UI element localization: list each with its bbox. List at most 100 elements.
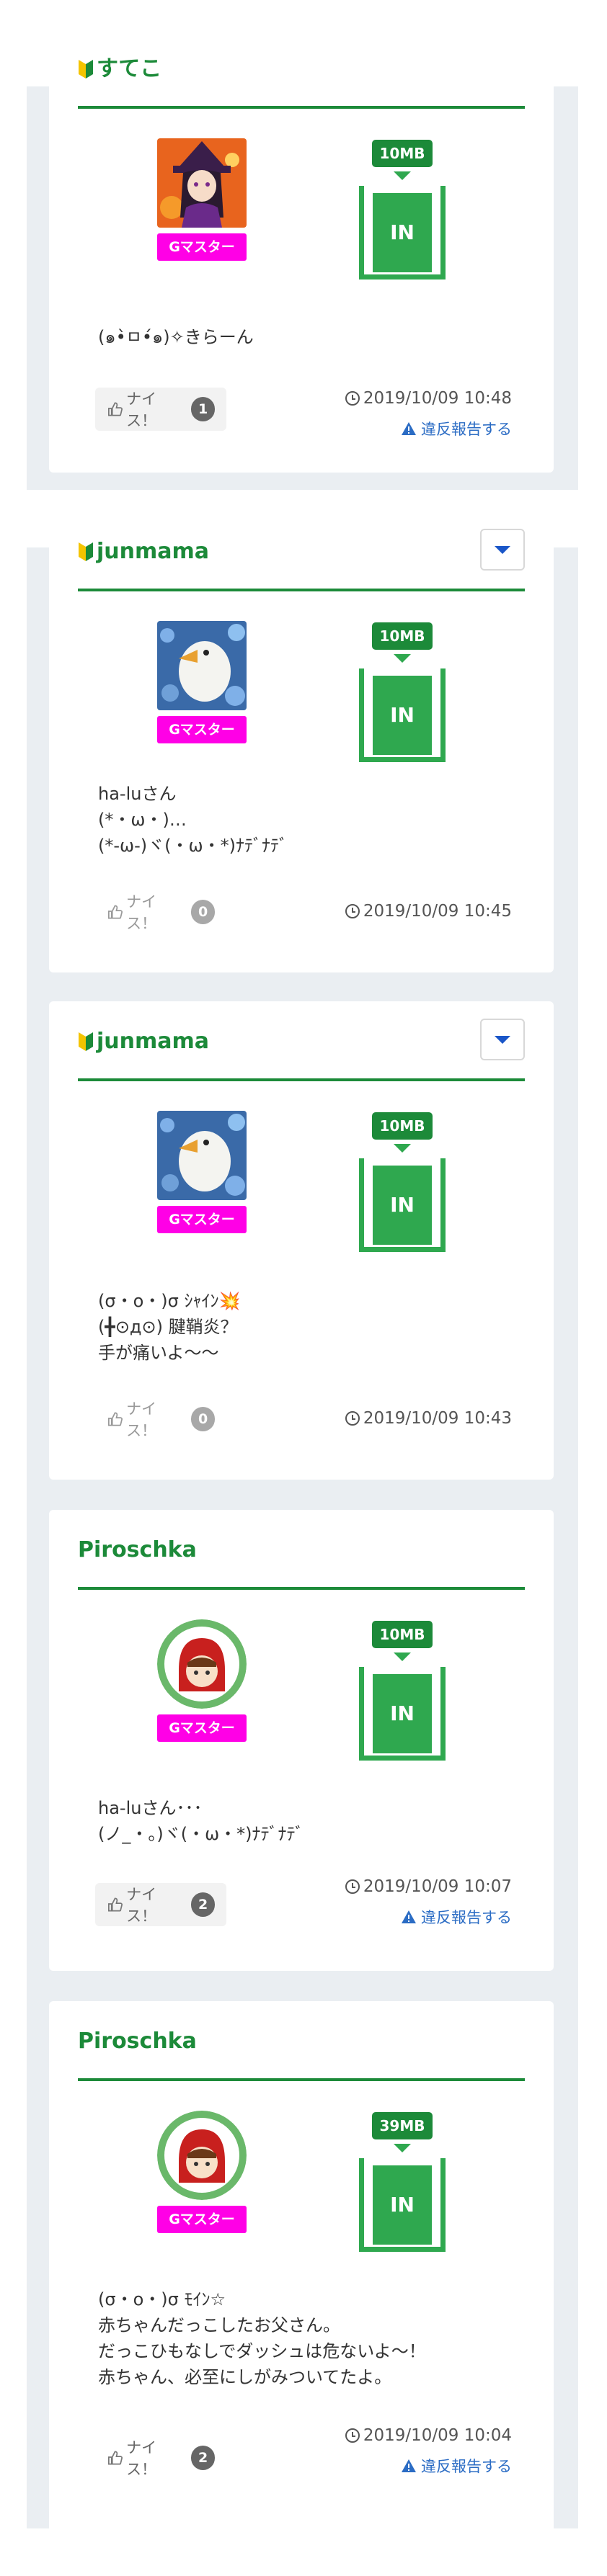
in-label: IN — [373, 676, 432, 755]
in-button[interactable]: IN — [359, 668, 446, 762]
timestamp-text: 2019/10/09 10:45 — [363, 902, 512, 921]
in-button[interactable]: IN — [359, 1158, 446, 1252]
in-label: IN — [373, 1674, 432, 1753]
post-menu-button[interactable] — [480, 529, 525, 571]
timestamp-text: 2019/10/09 10:43 — [363, 1409, 512, 1428]
report-label: 違反報告する — [421, 2458, 512, 2475]
post-timestamp: 2019/10/09 10:04 — [345, 2426, 512, 2445]
beginner-mark-icon — [79, 542, 93, 561]
chevron-down-icon — [495, 1036, 510, 1044]
in-label: IN — [373, 193, 432, 272]
user-name: すてこ — [97, 56, 162, 81]
avatar — [157, 138, 247, 228]
nice-button[interactable]: ナイス！ 0 — [95, 890, 226, 934]
g-master-badge: Gマスター — [157, 1714, 247, 1742]
warning-icon — [402, 422, 416, 435]
beginner-mark-icon — [79, 1032, 93, 1051]
post-header: junmama — [78, 511, 525, 591]
photo-size-badge: 10MB — [372, 140, 433, 167]
in-label: IN — [373, 1166, 432, 1245]
in-button[interactable]: IN — [359, 186, 446, 279]
size-arrow — [394, 1653, 411, 1661]
user-name: junmama — [97, 539, 210, 564]
nice-button[interactable]: ナイス！ 2 — [95, 2436, 226, 2479]
timestamp-text: 2019/10/09 10:07 — [363, 1877, 512, 1896]
g-master-badge: Gマスター — [157, 1206, 247, 1233]
report-label: 違反報告する — [421, 421, 512, 438]
user-avatar[interactable]: Gマスター — [157, 2111, 247, 2233]
post-header: Piroschka — [78, 1510, 525, 1590]
user-name: Piroschka — [78, 2029, 197, 2054]
g-master-badge: Gマスター — [157, 716, 247, 743]
user-name-link[interactable]: junmama — [78, 1027, 209, 1056]
post-header: junmama — [78, 1001, 525, 1081]
report-link[interactable]: 違反報告する — [401, 418, 512, 439]
thumbs-up-icon — [108, 1412, 123, 1426]
photo-size-badge: 10MB — [372, 1621, 433, 1648]
user-avatar[interactable]: Gマスター — [157, 621, 247, 743]
nice-count: 0 — [191, 900, 215, 924]
avatar — [157, 2111, 247, 2200]
user-name-link[interactable]: Piroschka — [78, 1536, 197, 1565]
user-name-link[interactable]: junmama — [78, 537, 209, 566]
post-menu-button[interactable] — [480, 1019, 525, 1060]
in-button[interactable]: IN — [359, 2158, 446, 2252]
user-name: junmama — [97, 1029, 210, 1054]
post-card: junmama Gマスター 10MB IN ha-luさん (*・ω・)… (*… — [49, 511, 554, 972]
thumbs-up-icon — [108, 905, 123, 919]
nice-button[interactable]: ナイス！ 2 — [95, 1883, 226, 1926]
photo-size-badge: 39MB — [372, 2112, 433, 2139]
post-card: Piroschka Gマスター 10MB IN ha-luさん･･･ (ノ_・。… — [49, 1510, 554, 1971]
user-name-link[interactable]: すてこ — [78, 55, 161, 84]
g-master-badge: Gマスター — [157, 2206, 247, 2233]
post-card: Piroschka Gマスター 39MB IN (σ・ο・)σ ﾓｲﾝ☆ 赤ちゃ… — [49, 2001, 554, 2570]
post-timestamp: 2019/10/09 10:48 — [345, 389, 512, 408]
photo-size-badge: 10MB — [372, 1112, 433, 1140]
post-text: (σ・ο・)σ ﾓｲﾝ☆ 赤ちゃんだっこしたお父さん。 だっこひもなしでダッシュ… — [98, 2289, 426, 2387]
nice-count: 2 — [191, 1892, 215, 1917]
clock-icon — [345, 1411, 360, 1426]
post-text: ha-luさん･･･ (ノ_・。)ヾ(・ω・*)ﾅﾃﾞﾅﾃﾞ — [98, 1798, 304, 1844]
warning-icon — [402, 1910, 416, 1923]
post-card: すてこ Gマスター 10MB IN (๑•̀ㅁ•́๑)✧きらーん ナイス！ 1 … — [49, 29, 554, 473]
in-button[interactable]: IN — [359, 1667, 446, 1761]
nice-count: 1 — [191, 397, 215, 421]
user-avatar[interactable]: Gマスター — [157, 1111, 247, 1233]
timestamp-text: 2019/10/09 10:48 — [363, 389, 512, 408]
report-link[interactable]: 違反報告する — [401, 2455, 512, 2477]
user-avatar[interactable]: Gマスター — [157, 138, 247, 261]
size-arrow — [394, 654, 411, 663]
nice-label: ナイス！ — [126, 2439, 157, 2478]
size-arrow — [394, 171, 411, 180]
user-name-link[interactable]: Piroschka — [78, 2027, 197, 2056]
in-label: IN — [373, 2165, 432, 2245]
post-text: ha-luさん (*・ω・)… (*-ω-)ヾ(・ω・*)ﾅﾃﾞﾅﾃﾞ — [98, 784, 288, 856]
avatar — [157, 1619, 247, 1709]
nice-button[interactable]: ナイス！ 0 — [95, 1397, 226, 1441]
report-link[interactable]: 違反報告する — [401, 1906, 512, 1928]
post-timestamp: 2019/10/09 10:07 — [345, 1877, 512, 1896]
nice-count: 2 — [191, 2446, 215, 2470]
photo-size-badge: 10MB — [372, 622, 433, 650]
nice-button[interactable]: ナイス！ 1 — [95, 388, 226, 431]
avatar — [157, 1111, 247, 1200]
post-header: すてこ — [78, 29, 525, 109]
nice-label: ナイス！ — [126, 893, 157, 932]
nice-label: ナイス！ — [126, 1886, 157, 1925]
thumbs-up-icon — [108, 402, 123, 416]
clock-icon — [345, 904, 360, 918]
post-header: Piroschka — [78, 2001, 525, 2081]
avatar — [157, 621, 247, 710]
user-avatar[interactable]: Gマスター — [157, 1619, 247, 1742]
post-timestamp: 2019/10/09 10:45 — [345, 902, 512, 921]
post-text: (σ・ο・)σ ｼｬｲﾝ💥 (╋⊙д⊙) 腱鞘炎？ 手が痛いよ〜〜 — [98, 1291, 241, 1363]
user-name: Piroschka — [78, 1537, 197, 1562]
thumbs-up-icon — [108, 1897, 123, 1912]
timestamp-text: 2019/10/09 10:04 — [363, 2426, 512, 2445]
post-card: junmama Gマスター 10MB IN (σ・ο・)σ ｼｬｲﾝ💥 (╋⊙д… — [49, 1001, 554, 1480]
nice-label: ナイス！ — [126, 390, 157, 429]
clock-icon — [345, 2428, 360, 2443]
post-timestamp: 2019/10/09 10:43 — [345, 1409, 512, 1428]
size-arrow — [394, 2144, 411, 2152]
beginner-mark-icon — [79, 60, 93, 79]
